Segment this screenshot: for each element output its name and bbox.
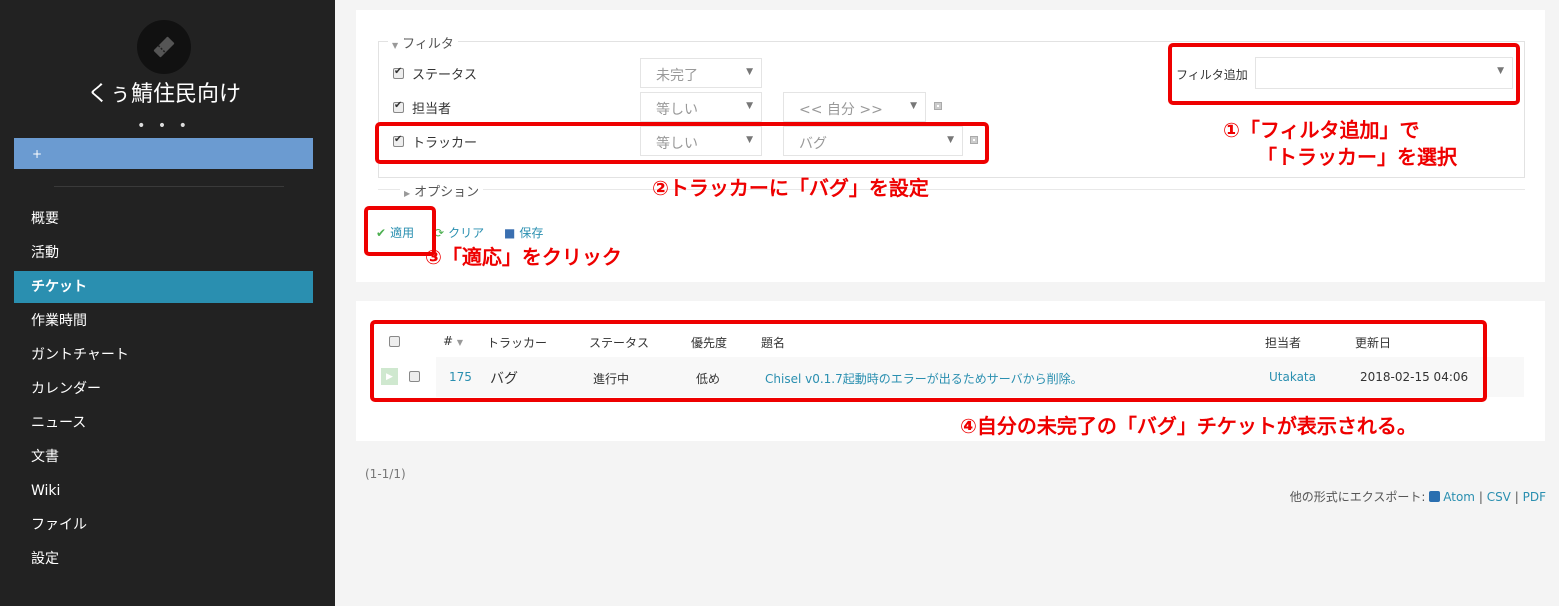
assignee-value-select[interactable]: << 自分 >> ▼ (783, 92, 926, 122)
chevron-down-icon: ▼ (746, 67, 753, 77)
project-name: くぅ鯖住民向け (86, 82, 241, 107)
nav-overview[interactable]: 概要 (14, 202, 313, 236)
more-icon[interactable]: • • • (0, 118, 328, 134)
clear-button[interactable]: ⟳ クリア (434, 224, 484, 241)
assignee-operator-value: 等しい (656, 102, 698, 118)
assignee-filter-label: 担当者 (412, 102, 452, 117)
annotation-step2: ②トラッカーに「バグ」を設定 (652, 176, 929, 200)
assignee-filter-checkbox[interactable] (393, 100, 404, 113)
filter-fieldset-bottom (378, 177, 1525, 178)
chevron-down-icon: ▼ (910, 101, 917, 111)
sidebar: くぅ鯖住民向け • • • + 概要 活動 チケット 作業時間 ガントチャート … (0, 0, 335, 606)
nav-issues[interactable]: チケット (14, 271, 313, 303)
status-filter-label: ステータス (412, 68, 478, 83)
nav-wiki[interactable]: Wiki (14, 474, 313, 508)
export-atom-link[interactable]: Atom (1443, 490, 1475, 504)
nav-documents[interactable]: 文書 (14, 440, 313, 474)
options-divider (378, 189, 1525, 190)
nav-news[interactable]: ニュース (14, 406, 313, 440)
nav-gantt[interactable]: ガントチャート (14, 338, 313, 372)
annotation-step3: ③「適応」をクリック (425, 245, 622, 269)
chevron-right-icon: ▶ (404, 189, 411, 198)
save-button[interactable]: ■ 保存 (504, 224, 543, 241)
add-button[interactable]: + (14, 138, 313, 169)
nav-calendar[interactable]: カレンダー (14, 372, 313, 406)
chevron-down-icon: ▼ (746, 101, 753, 111)
annotation-step1-line2: 「トラッカー」を選択 (1257, 145, 1457, 169)
sidebar-divider (54, 186, 284, 187)
nav-files[interactable]: ファイル (14, 508, 313, 542)
filter-legend[interactable]: ▼ フィルタ (388, 33, 458, 52)
pagination: (1-1/1) (365, 467, 406, 481)
export-pdf-link[interactable]: PDF (1523, 490, 1546, 504)
export-label: 他の形式にエクスポート: (1289, 490, 1426, 504)
nav-settings[interactable]: 設定 (14, 542, 313, 576)
save-label: 保存 (519, 226, 544, 240)
toggle-multiselect-icon[interactable] (934, 102, 942, 110)
assignee-value: << 自分 >> (799, 102, 883, 118)
nav-time-entries[interactable]: 作業時間 (14, 304, 313, 338)
highlight-add-filter (1168, 43, 1520, 105)
clear-label: クリア (448, 226, 485, 240)
project-logo[interactable] (137, 20, 191, 74)
ticket-icon (153, 36, 175, 58)
status-operator-value: 未完了 (656, 68, 698, 84)
highlight-tracker-row (375, 122, 989, 164)
status-operator-select[interactable]: 未完了 ▼ (640, 58, 762, 88)
nav-activity[interactable]: 活動 (14, 236, 313, 270)
annotation-step4: ④自分の未完了の「バグ」チケットが表示される。 (960, 414, 1417, 438)
sidebar-nav: 概要 活動 チケット 作業時間 ガントチャート カレンダー ニュース 文書 Wi… (14, 202, 313, 576)
export-links: 他の形式にエクスポート: Atom | CSV | PDF (1290, 488, 1546, 505)
assignee-operator-select[interactable]: 等しい ▼ (640, 92, 762, 122)
options-legend-label: オプション (414, 185, 480, 200)
chevron-down-icon: ▼ (392, 41, 399, 50)
status-filter-checkbox[interactable] (393, 66, 404, 79)
export-separator: | (1478, 490, 1483, 504)
feed-icon (1429, 491, 1441, 502)
export-csv-link[interactable]: CSV (1487, 490, 1511, 504)
annotation-step1-line1: ①「フィルタ追加」で (1223, 118, 1420, 142)
save-icon: ■ (504, 226, 516, 240)
options-legend[interactable]: ▶ オプション (400, 181, 484, 200)
filter-legend-label: フィルタ (402, 37, 454, 52)
export-separator: | (1514, 490, 1519, 504)
highlight-result-table (370, 320, 1487, 402)
